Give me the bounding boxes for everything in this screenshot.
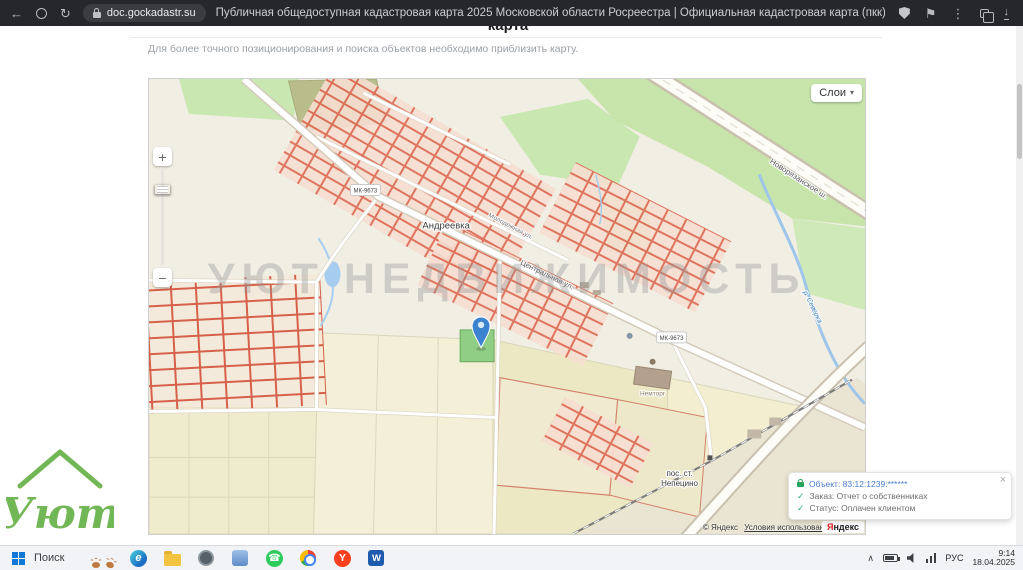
yandex-logo[interactable]: Яндекс — [822, 521, 864, 533]
copyright-text: © Яндекс — [703, 523, 738, 532]
edge-icon[interactable]: e — [128, 548, 148, 568]
close-icon[interactable]: × — [1000, 474, 1006, 486]
check-icon: ✓ — [797, 502, 805, 514]
roof-icon — [20, 452, 100, 486]
clock[interactable]: 9:14 18.04.2025 — [972, 549, 1015, 568]
paws-app-icon[interactable] — [92, 548, 114, 568]
station-label: пос. ст. — [666, 469, 692, 478]
zoom-out-button[interactable]: − — [153, 268, 172, 287]
poi-label: Немторг — [640, 391, 666, 398]
back-icon[interactable]: ← — [10, 7, 23, 20]
settlement-label: Андреевка — [422, 220, 470, 231]
tabs-icon[interactable] — [980, 9, 989, 18]
chevron-down-icon: ▾ — [850, 89, 854, 97]
layers-button[interactable]: Слои ▾ — [811, 84, 862, 102]
windows-search-button[interactable]: Поиск — [0, 546, 76, 570]
page-heading: карта — [0, 26, 1016, 34]
speaker-icon[interactable] — [907, 553, 917, 563]
order-line: Заказ: Отчет о собственниках — [810, 490, 928, 502]
cadastral-map[interactable]: МК-9673 МК-9673 Андреевка Центральная ул… — [148, 78, 866, 535]
network-icon[interactable] — [926, 553, 937, 563]
station-label: Непецино — [661, 479, 698, 488]
instruction-text: Для более точного позиционирования и пои… — [148, 43, 578, 55]
word-icon[interactable]: W — [366, 548, 386, 568]
date-text: 18.04.2025 — [972, 558, 1015, 568]
browser-bar: ← ↻ doc.gockadastr.su Публичная общедост… — [0, 0, 1023, 26]
app-circle-icon[interactable] — [196, 548, 216, 568]
whatsapp-icon[interactable]: ☎ — [264, 548, 284, 568]
bookmark-flag-icon[interactable]: ⚑ — [925, 7, 937, 20]
zoom-slider[interactable] — [161, 169, 164, 265]
zoom-in-button[interactable]: + — [153, 147, 172, 166]
terms-link[interactable]: Условия использования — [744, 523, 833, 532]
status-line: Статус: Оплачен клиентом — [810, 502, 916, 514]
watermark: УЮТ НЕДВИЖИМОСТЬ — [149, 255, 865, 304]
heading-divider — [130, 37, 882, 38]
url-text: doc.gockadastr.su — [107, 7, 196, 19]
uyut-logo: Уют — [6, 438, 114, 542]
page-tab-title: Публичная общедоступная кадастровая карт… — [216, 7, 885, 19]
map-attribution: © Яндекс Условия использования — [703, 523, 833, 532]
language-indicator[interactable]: РУС — [945, 553, 963, 563]
zoom-slider-thumb[interactable] — [154, 184, 171, 195]
taskbar: Поиск e ☎ Y W ∧ РУС 9:14 18.04.2025 — [0, 545, 1023, 570]
page-content: карта Для более точного позиционирования… — [0, 26, 1016, 545]
svg-text:МК-9673: МК-9673 — [354, 189, 378, 195]
folder-icon[interactable] — [162, 548, 182, 568]
battery-icon[interactable] — [883, 554, 898, 562]
chrome-icon[interactable] — [298, 548, 318, 568]
reload-icon[interactable]: ↻ — [60, 7, 71, 20]
check-icon: ✓ — [797, 490, 805, 502]
yandex-browser-icon[interactable]: Y — [332, 548, 352, 568]
svg-text:МК-9673: МК-9673 — [660, 336, 684, 342]
object-line: Объект: 83:12:1239:****** — [809, 478, 907, 490]
poi-dot — [627, 333, 633, 339]
download-icon[interactable]: ↓ — [1004, 7, 1010, 20]
windows-logo-icon — [12, 552, 25, 565]
brand-text: Уют — [6, 489, 114, 538]
protect-shield-icon[interactable] — [899, 7, 910, 19]
lock-icon — [797, 482, 804, 487]
poi-dot — [650, 359, 656, 365]
layers-label: Слои — [819, 87, 846, 99]
zoom-controls: + − — [152, 147, 173, 287]
search-label: Поиск — [34, 552, 64, 564]
extension-icon[interactable] — [36, 8, 47, 19]
app-tile-icon[interactable] — [230, 548, 250, 568]
page-scrollbar[interactable] — [1016, 26, 1023, 545]
tray-expand-icon[interactable]: ∧ — [867, 553, 874, 564]
lock-icon — [93, 12, 101, 18]
scrollbar-thumb[interactable] — [1017, 84, 1022, 159]
map-svg: МК-9673 МК-9673 Андреевка Центральная ул… — [149, 79, 865, 534]
order-info-popup: × Объект: 83:12:1239:****** ✓ Заказ: Отч… — [788, 472, 1012, 520]
more-menu-icon[interactable]: ⋮ — [952, 7, 965, 20]
url-bar[interactable]: doc.gockadastr.su — [83, 4, 206, 22]
